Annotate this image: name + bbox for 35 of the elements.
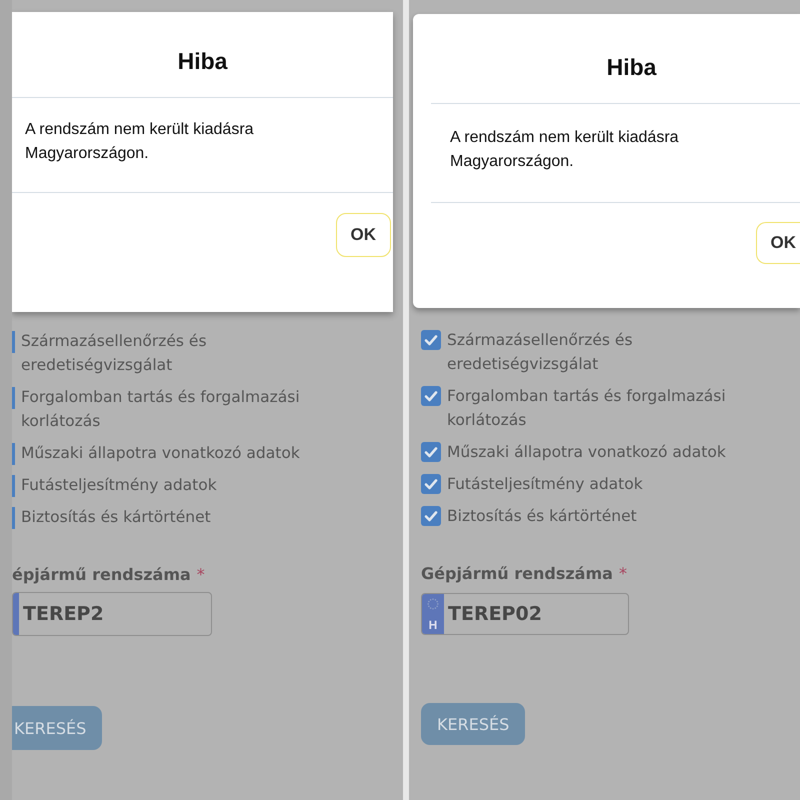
checkbox-label: Műszaki állapotra vonatkozó adatok xyxy=(21,443,301,464)
checkbox[interactable] xyxy=(12,331,15,353)
dialog-title: Hiba xyxy=(176,47,228,76)
ok-button[interactable]: OK xyxy=(756,222,800,264)
checkbox-label: Biztosítás és kártörténet xyxy=(21,507,212,528)
checkbox-label: Forgalomban tartás és forgalmazási korlátozás xyxy=(21,387,301,432)
required-mark: * xyxy=(618,564,627,583)
field-label: Gépjármű rendszáma xyxy=(421,564,613,583)
checkbox[interactable] xyxy=(12,387,15,409)
checkbox[interactable] xyxy=(12,507,15,529)
checkbox[interactable] xyxy=(12,443,15,465)
checkbox[interactable] xyxy=(421,474,441,494)
eu-country-badge: H xyxy=(422,594,444,634)
checkbox-label: Műszaki állapotra vonatkozó adatok xyxy=(447,442,727,463)
checkbox-label: Futásteljesítmény adatok xyxy=(21,475,218,496)
search-button[interactable]: KERESÉS xyxy=(12,706,102,750)
checkbox-label: Származásellenőrzés és eredetiségvizsgálat xyxy=(447,330,634,375)
checkbox[interactable] xyxy=(421,386,441,406)
checkbox-label: Forgalomban tartás és forgalmazási korlátozás xyxy=(447,386,727,431)
plate-field[interactable]: H TEREP02 xyxy=(421,593,629,635)
checkbox-label: Biztosítás és kártörténet xyxy=(447,506,638,527)
field-label: épjármű rendszáma xyxy=(12,565,191,584)
plate-field[interactable]: TEREP2 xyxy=(12,592,212,636)
dialog-title: Hiba xyxy=(606,53,658,82)
dialog-message: A rendszám nem került kiadásra Magyarországon. xyxy=(24,120,255,164)
checkbox-label: Származásellenőrzés és eredetiségvizsgálat xyxy=(21,331,208,376)
search-button[interactable]: KERESÉS xyxy=(421,703,526,745)
checkbox[interactable] xyxy=(421,442,441,462)
checkbox-label: Futásteljesítmény adatok xyxy=(447,474,644,495)
checkbox[interactable] xyxy=(421,506,441,526)
required-mark: * xyxy=(196,565,205,584)
dialog-message: A rendszám nem került kiadásra Magyarországon. xyxy=(449,128,680,172)
ok-button[interactable]: OK xyxy=(336,213,391,257)
checkbox[interactable] xyxy=(421,330,441,350)
checkbox[interactable] xyxy=(12,475,15,497)
